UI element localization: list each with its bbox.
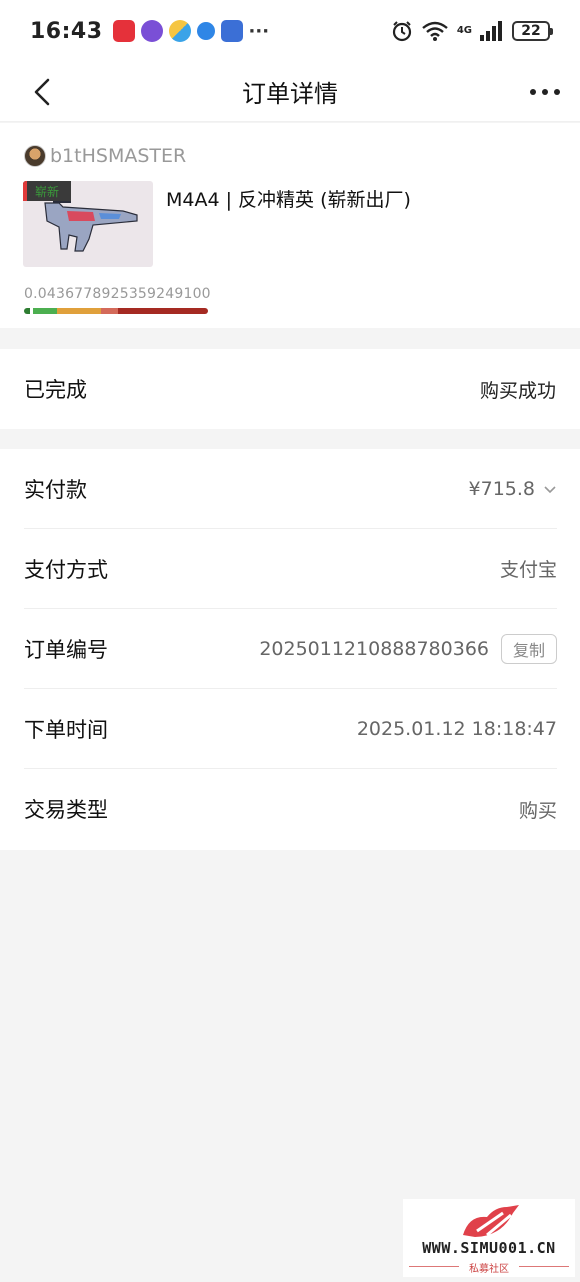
network-type-label: 4G bbox=[456, 25, 472, 36]
wear-segment-mw bbox=[31, 308, 57, 314]
signal-icon bbox=[480, 21, 502, 41]
seller-name: b1tHSMASTER bbox=[50, 145, 187, 167]
watermark-logo-icon bbox=[463, 1205, 519, 1237]
avatar bbox=[24, 145, 46, 167]
payment-method: 支付宝 bbox=[499, 559, 557, 581]
watermark-divider-right bbox=[519, 1266, 569, 1267]
seller-info[interactable]: b1tHSMASTER bbox=[24, 145, 186, 167]
order-status-card: 已完成 购买成功 bbox=[0, 349, 580, 429]
order-details-card: 实付款 ¥715.8 支付方式 支付宝 订单编号 202501121088878… bbox=[0, 449, 580, 850]
system-icons: 4G 22 bbox=[391, 20, 553, 42]
app-icon-4 bbox=[196, 22, 215, 40]
wear-segment-bs bbox=[118, 308, 208, 314]
paid-amount: ¥715.8 bbox=[468, 477, 535, 500]
wear-segment-ft bbox=[57, 308, 101, 314]
copy-button[interactable]: 复制 bbox=[501, 633, 557, 664]
detail-row-trade-type: 交易类型 购买 bbox=[24, 769, 557, 849]
detail-row-payment-method: 支付方式 支付宝 bbox=[24, 529, 557, 609]
detail-label: 订单编号 bbox=[24, 637, 108, 662]
more-notifications-icon: ··· bbox=[248, 20, 270, 42]
order-number: 2025011210888780366 bbox=[259, 637, 489, 660]
app-icon-5 bbox=[220, 20, 243, 42]
status-time: 16:43 bbox=[30, 18, 103, 44]
detail-label: 实付款 bbox=[24, 477, 87, 502]
app-icon-1 bbox=[112, 20, 135, 42]
battery-level: 22 bbox=[521, 23, 541, 39]
product-card: b1tHSMASTER 崭新 M4A4 | 反冲精英 (崭新出厂) 0.0436… bbox=[0, 123, 580, 328]
nav-bar: 订单详情 bbox=[0, 62, 580, 122]
order-time: 2025.01.12 18:18:47 bbox=[356, 717, 557, 740]
order-status: 已完成 bbox=[24, 378, 87, 402]
alarm-icon bbox=[392, 21, 411, 42]
wear-badge: 崭新 bbox=[23, 181, 71, 201]
detail-row-order-time: 下单时间 2025.01.12 18:18:47 bbox=[24, 689, 557, 769]
wear-segment-ww bbox=[101, 308, 118, 314]
page-title: 订单详情 bbox=[242, 80, 338, 108]
watermark-sub: 私募社区 bbox=[469, 1264, 509, 1275]
status-bar: 16:43 ··· 4G 22 bbox=[0, 0, 580, 62]
detail-label: 支付方式 bbox=[24, 557, 108, 582]
chevron-down-icon[interactable] bbox=[543, 482, 557, 496]
app-icon-3 bbox=[168, 20, 191, 42]
watermark: WWW.SIMU001.CN 私募社区 bbox=[403, 1199, 575, 1277]
detail-label: 交易类型 bbox=[24, 798, 108, 822]
float-value: 0.0436778925359249100 bbox=[24, 286, 211, 302]
back-arrow-icon[interactable] bbox=[30, 76, 54, 108]
product-thumbnail[interactable]: 崭新 bbox=[23, 181, 153, 267]
detail-row-paid[interactable]: 实付款 ¥715.8 bbox=[24, 449, 557, 529]
wifi-icon bbox=[422, 21, 448, 41]
watermark-url: WWW.SIMU001.CN bbox=[422, 1239, 556, 1257]
wear-bar bbox=[24, 308, 208, 314]
detail-row-order-number: 订单编号 2025011210888780366 复制 bbox=[24, 609, 557, 689]
detail-label: 下单时间 bbox=[24, 717, 108, 742]
more-icon[interactable] bbox=[530, 76, 560, 108]
trade-type: 购买 bbox=[518, 799, 557, 822]
wear-marker bbox=[30, 307, 33, 315]
order-result: 购买成功 bbox=[479, 379, 556, 402]
detail-value: 2025011210888780366 复制 bbox=[259, 633, 557, 664]
app-icon-2 bbox=[140, 20, 163, 42]
detail-value: ¥715.8 bbox=[469, 478, 557, 500]
battery-icon: 22 bbox=[512, 21, 553, 41]
notification-icons: ··· bbox=[112, 20, 270, 42]
product-name: M4A4 | 反冲精英 (崭新出厂) bbox=[166, 189, 411, 211]
